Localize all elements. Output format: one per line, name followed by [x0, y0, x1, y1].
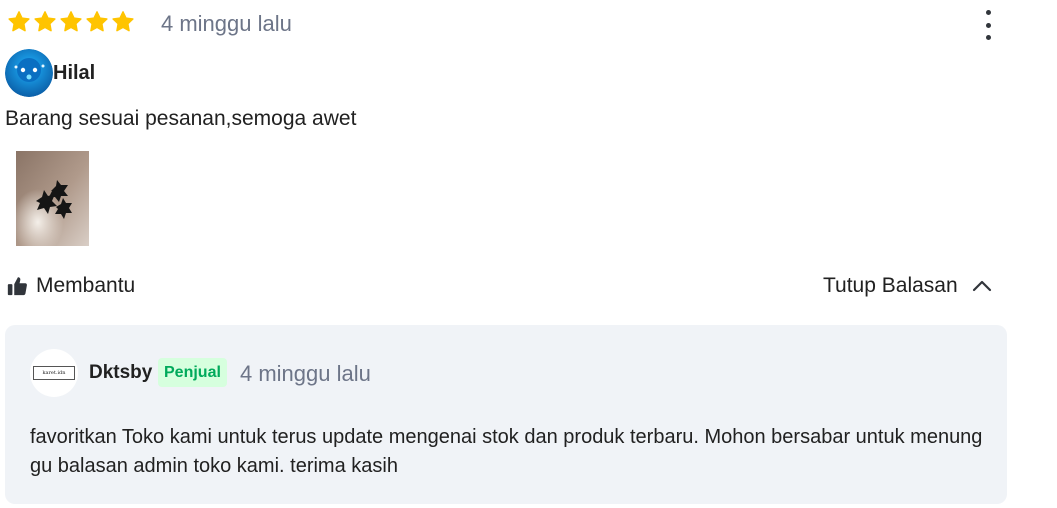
- toggle-reply-button[interactable]: Tutup Balasan: [823, 272, 992, 300]
- reviewer-name: Hilal: [53, 62, 96, 84]
- product-photo-thumbnail-icon: [16, 151, 89, 246]
- star-icon: [60, 11, 82, 32]
- seller-avatar: karet.idn: [30, 349, 78, 397]
- helpful-button[interactable]: Membantu: [6, 272, 135, 300]
- more-dot-icon: [985, 22, 991, 28]
- star-rating: [7, 10, 135, 34]
- more-dot-icon: [985, 10, 991, 15]
- review-card: 4 minggu lalu Hilal Barang sesuai pesana…: [0, 0, 1057, 508]
- star-icon: [112, 11, 134, 32]
- toggle-reply-label: Tutup Balasan: [823, 274, 958, 297]
- seller-badge: Penjual: [158, 358, 227, 387]
- star-icon: [86, 11, 108, 32]
- more-dot-icon: [985, 35, 991, 40]
- seller-logo: karet.idn: [33, 366, 75, 380]
- more-options-button[interactable]: [976, 8, 1000, 42]
- avatar-face-icon: [5, 49, 53, 97]
- star-icon: [34, 11, 56, 32]
- review-text: Barang sesuai pesanan,semoga awet: [5, 107, 357, 130]
- thumbs-up-icon: [7, 277, 27, 296]
- helpful-label: Membantu: [36, 274, 136, 297]
- seller-reply: karet.idn Dktsby Penjual 4 minggu lalu f…: [5, 325, 1007, 504]
- reply-text: favoritkan Toko kami untuk terus update …: [30, 426, 983, 477]
- chevron-up-icon: [972, 280, 991, 292]
- reply-time: 4 minggu lalu: [240, 361, 371, 386]
- reviewer-avatar: [5, 49, 53, 97]
- seller-logo-text: karet.idn: [42, 369, 66, 376]
- review-photo[interactable]: [16, 151, 89, 246]
- seller-name: Dktsby: [89, 362, 153, 383]
- star-icon: [8, 11, 30, 32]
- review-time: 4 minggu lalu: [161, 11, 292, 36]
